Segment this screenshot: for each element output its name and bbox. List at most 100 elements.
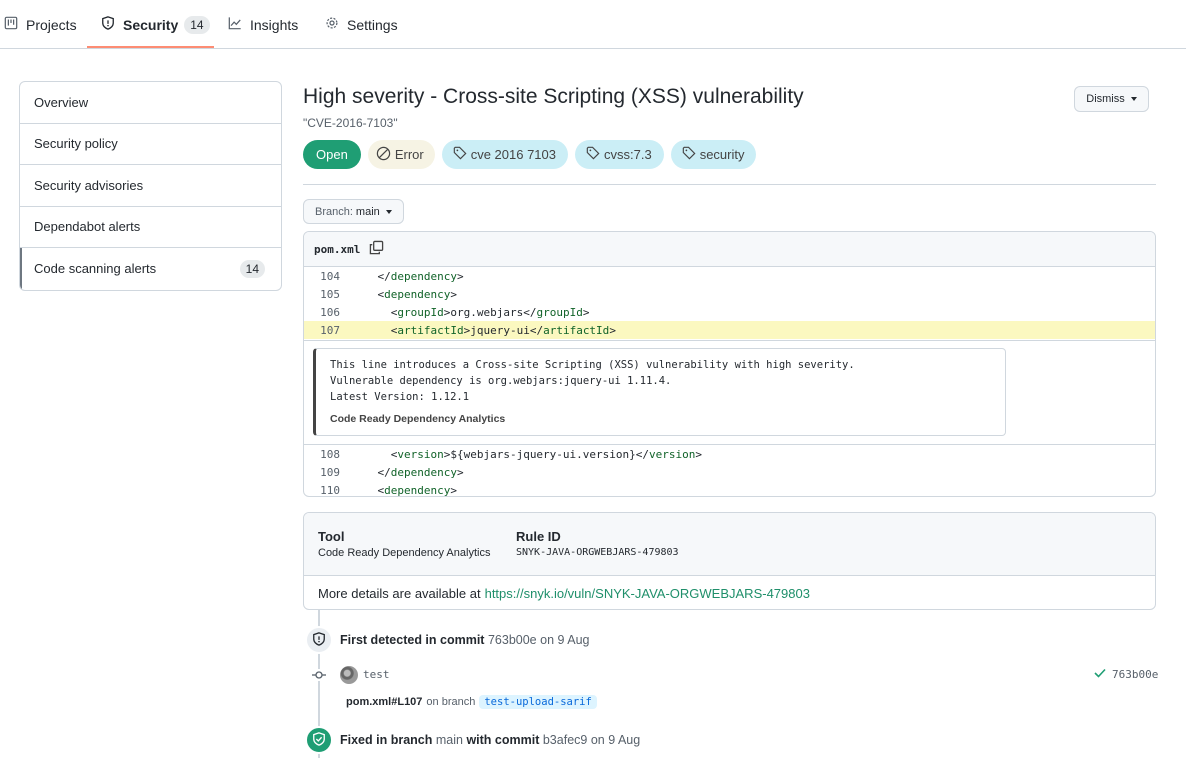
branch-selector[interactable]: Branch: main (303, 199, 404, 224)
branch-name: main (355, 205, 380, 218)
sidebar-item-code-scanning-alerts[interactable]: Code scanning alerts 14 (20, 248, 281, 290)
alert-annotation-row: This line introduces a Cross-site Script… (304, 340, 1155, 445)
code-text: <artifactId>jquery-ui</artifactId> (351, 323, 616, 337)
event-on: on (540, 633, 555, 647)
code-line: 106 <groupId>org.webjars</groupId> (304, 303, 1155, 321)
branch-chip[interactable]: test-upload-sarif (479, 695, 597, 709)
project-icon (4, 16, 26, 33)
security-count-badge: 14 (184, 15, 210, 34)
code-snippet: pom.xml 104 </dependency> 105 <dependency… (303, 231, 1156, 497)
page-title: High severity - Cross-site Scripting (XS… (303, 85, 804, 108)
active-tab-indicator (87, 46, 214, 48)
file-location[interactable]: pom.xml#L107 (346, 696, 422, 708)
line-number[interactable]: 110 (304, 484, 340, 497)
on-branch-text: on branch (426, 696, 476, 708)
code-text: <dependency> (351, 483, 457, 497)
repo-nav: Projects Security 14 Insights Settings (0, 0, 1186, 49)
tab-label: Projects (26, 16, 77, 33)
chevron-down-icon (1130, 97, 1137, 101)
file-name: pom.xml (314, 242, 361, 256)
alert-labels: Open Error cve 2016 7103 cvss:7.3 securi… (303, 140, 757, 169)
event-label: with commit (466, 733, 540, 747)
commit-sha[interactable]: 763b00e (488, 633, 537, 647)
code-line: 109 </dependency> (304, 463, 1155, 481)
tab-label: Security (123, 16, 179, 33)
commit-sha[interactable]: 763b00e (1112, 668, 1158, 681)
header-divider (303, 184, 1156, 185)
sidebar-item-security-policy[interactable]: Security policy (20, 124, 281, 165)
code-lines-before: 104 </dependency> 105 <dependency> 106 <gr… (304, 267, 1155, 339)
tag-label[interactable]: security (670, 140, 757, 169)
tool-value: Code Ready Dependency Analytics (318, 547, 491, 559)
tag-icon (453, 146, 471, 163)
code-text: <groupId>org.webjars</groupId> (351, 305, 590, 319)
tag-icon (586, 146, 604, 163)
tag-label[interactable]: cvss:7.3 (575, 140, 664, 169)
location-ref: pom.xml#L107 on branch test-upload-sarif (346, 695, 597, 709)
code-line: 108 <version>${webjars-jquery-ui.version… (304, 445, 1155, 463)
avatar[interactable] (340, 666, 358, 684)
sidebar-item-overview[interactable]: Overview (20, 82, 281, 124)
tab-security[interactable]: Security 14 (101, 0, 210, 49)
tab-projects[interactable]: Projects (4, 0, 77, 49)
rule-id-value: SNYK-JAVA-ORGWEBJARS-479803 (516, 547, 679, 558)
line-number[interactable]: 109 (304, 466, 340, 479)
detected-badge (305, 626, 333, 654)
commit-message[interactable]: test (363, 668, 390, 681)
fixed-branch: main (435, 733, 463, 747)
code-text: <dependency> (351, 287, 457, 301)
first-detected-event: First detected in commit 763b00e on 9 Au… (340, 633, 590, 647)
sidebar-item-label: Dependabot alerts (34, 219, 141, 235)
code-line: 107 <artifactId>jquery-ui</artifactId> (304, 321, 1155, 339)
event-date: 9 Aug (557, 633, 590, 647)
dismiss-button[interactable]: Dismiss (1074, 86, 1149, 112)
tool-details-header: Tool Code Ready Dependency Analytics Rul… (304, 513, 1155, 576)
line-number[interactable]: 108 (304, 448, 340, 461)
code-line: 110 <dependency> (304, 481, 1155, 497)
fixed-event: Fixed in branch main with commit b3afec9… (340, 733, 640, 747)
graph-icon (228, 16, 250, 33)
line-number[interactable]: 107 (304, 324, 340, 337)
line-number[interactable]: 104 (304, 270, 340, 283)
tool-details: Tool Code Ready Dependency Analytics Rul… (303, 512, 1156, 610)
tag-text: security (699, 147, 745, 162)
more-details-prefix: More details are available at (318, 585, 481, 601)
code-text: </dependency> (351, 269, 464, 283)
check-icon (1094, 668, 1112, 681)
tab-label: Settings (347, 16, 398, 33)
tag-label[interactable]: cve 2016 7103 (441, 140, 568, 169)
sidebar-item-label: Security policy (34, 136, 118, 152)
status-badge: Open (303, 140, 361, 169)
chevron-down-icon (385, 209, 392, 214)
alert-message-box: This line introduces a Cross-site Script… (313, 348, 1006, 436)
tag-text: cve 2016 7103 (470, 147, 556, 162)
tab-label: Insights (250, 16, 299, 33)
commit-sha[interactable]: b3afec9 (543, 733, 587, 747)
code-lines-after: 108 <version>${webjars-jquery-ui.version… (304, 445, 1155, 497)
cve-id: "CVE-2016-7103" (303, 116, 398, 130)
alert-message-source: Code Ready Dependency Analytics (330, 413, 506, 425)
severity-label: Error (394, 147, 424, 162)
sidebar-item-dependabot-alerts[interactable]: Dependabot alerts (20, 207, 281, 248)
shield-icon (101, 16, 123, 33)
sidebar-item-security-advisories[interactable]: Security advisories (20, 165, 281, 207)
gear-icon (325, 16, 347, 33)
error-circle-icon (376, 146, 395, 164)
sidebar-item-label: Overview (34, 94, 89, 110)
more-details-link[interactable]: https://snyk.io/vuln/SNYK-JAVA-ORGWEBJAR… (485, 586, 810, 601)
line-number[interactable]: 105 (304, 288, 340, 301)
security-sidebar: Overview Security policy Security adviso… (19, 81, 282, 291)
tab-settings[interactable]: Settings (325, 0, 398, 49)
more-details: More details are available at https://sn… (304, 576, 1155, 609)
copy-icon[interactable] (360, 240, 384, 258)
commit-status: 763b00e (1094, 668, 1158, 681)
code-text: </dependency> (351, 465, 464, 479)
branch-prefix: Branch: (315, 205, 353, 218)
line-number[interactable]: 106 (304, 306, 340, 319)
event-on: on (590, 733, 605, 747)
dismiss-label: Dismiss (1086, 93, 1125, 105)
sidebar-item-label: Security advisories (34, 177, 144, 193)
tag-text: cvss:7.3 (604, 147, 652, 162)
file-header: pom.xml (304, 232, 1155, 267)
tab-insights[interactable]: Insights (228, 0, 298, 49)
